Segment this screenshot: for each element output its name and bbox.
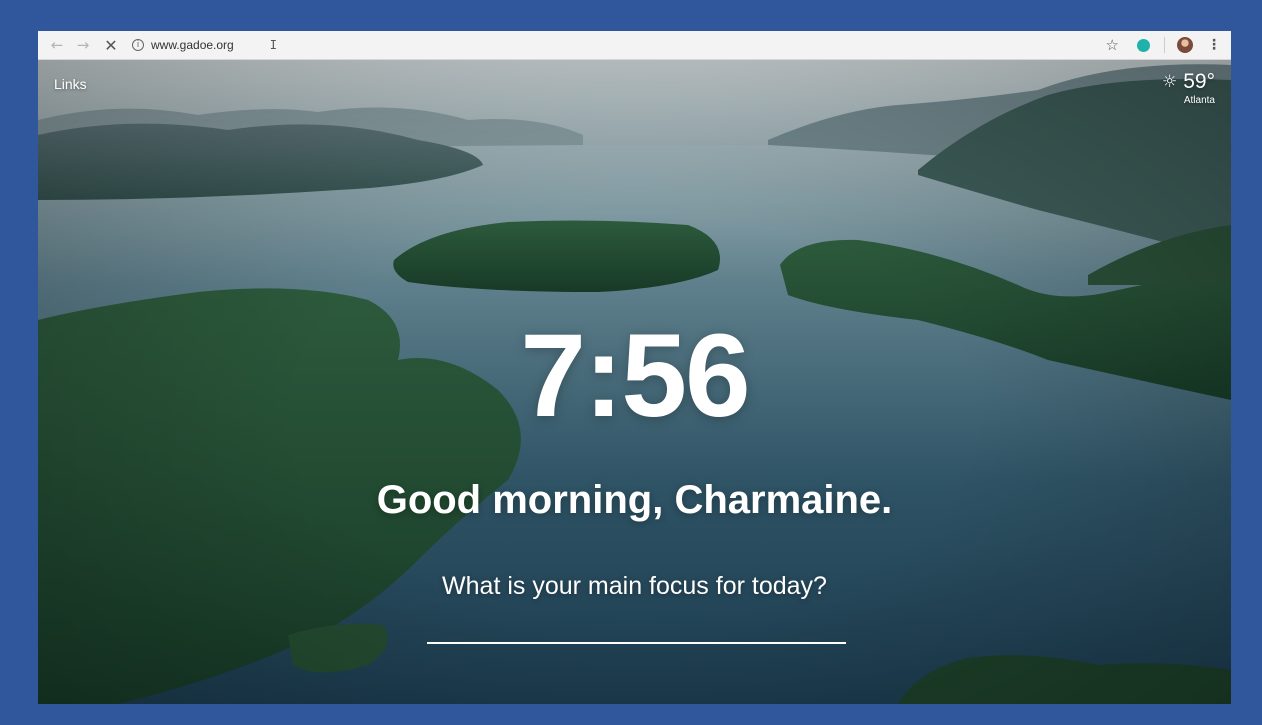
menu-dots-icon[interactable]: ⋮ [1207,37,1221,53]
toolbar-actions: ☆ ⋮ [1106,36,1221,54]
weather-row: ☼ 59° [1162,70,1215,94]
extension-icon[interactable] [1137,38,1150,52]
focus-input[interactable] [427,612,846,644]
text-cursor-icon: I [269,38,277,52]
forward-arrow-icon[interactable]: → [72,34,94,56]
sun-icon: ☼ [1161,72,1178,92]
stop-loading-icon[interactable]: ✕ [100,34,122,56]
address-bar[interactable]: i www.gadoe.org I [132,34,1106,56]
clock-time: 7:56 [520,310,750,442]
back-arrow-icon[interactable]: ← [46,34,68,56]
focus-question: What is your main focus for today? [442,572,827,600]
bookmark-star-icon[interactable]: ☆ [1106,36,1119,54]
background-landscape: Links ☼ 59° Atlanta 7:56 Good morning, C… [38,60,1231,704]
site-info-icon[interactable]: i [132,39,144,51]
browser-toolbar: ← → ✕ i www.gadoe.org I ☆ ⋮ [38,31,1231,60]
weather-city: Atlanta [1183,95,1215,106]
greeting-message: Good morning, Charmaine. [376,478,893,522]
url-text[interactable]: www.gadoe.org [151,38,234,52]
profile-avatar[interactable] [1177,37,1193,53]
weather-temperature: 59° [1183,70,1215,93]
toolbar-divider [1164,37,1165,53]
browser-window: ← → ✕ i www.gadoe.org I ☆ ⋮ Links ☼ 59° … [38,31,1231,704]
weather-widget[interactable]: ☼ 59° Atlanta [1162,70,1215,106]
links-button[interactable]: Links [54,76,87,92]
